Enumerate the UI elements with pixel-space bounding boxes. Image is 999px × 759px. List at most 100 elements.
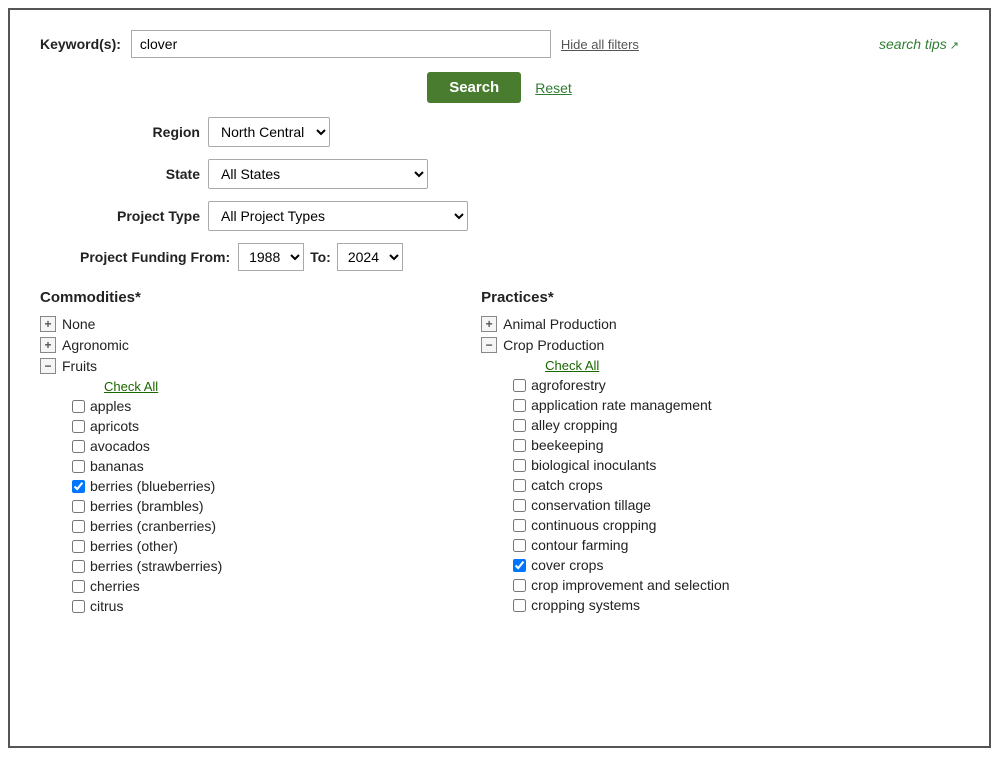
list-item: bananas <box>72 458 461 474</box>
list-item: berries (other) <box>72 538 461 554</box>
application-rate-checkbox[interactable] <box>513 399 526 412</box>
catch-crops-checkbox[interactable] <box>513 479 526 492</box>
list-item: catch crops <box>513 477 959 493</box>
project-type-select[interactable]: All Project Types <box>208 201 468 231</box>
cranberries-checkbox[interactable] <box>72 520 85 533</box>
funding-to-select[interactable]: 2024 <box>337 243 403 271</box>
cherries-label: cherries <box>90 578 140 594</box>
list-item: agroforestry <box>513 377 959 393</box>
cranberries-label: berries (cranberries) <box>90 518 216 534</box>
conservation-tillage-checkbox[interactable] <box>513 499 526 512</box>
apples-checkbox[interactable] <box>72 400 85 413</box>
crop-production-collapse-icon[interactable]: − <box>481 337 497 353</box>
list-item: berries (brambles) <box>72 498 461 514</box>
citrus-label: citrus <box>90 598 123 614</box>
berries-other-checkbox[interactable] <box>72 540 85 553</box>
brambles-checkbox[interactable] <box>72 500 85 513</box>
cover-crops-checkbox[interactable] <box>513 559 526 572</box>
state-filter-row: State All States <box>40 159 959 189</box>
list-item: apples <box>72 398 461 414</box>
state-label: State <box>80 166 200 182</box>
none-label: None <box>62 316 95 332</box>
list-item: biological inoculants <box>513 457 959 473</box>
animal-production-expand-icon[interactable]: + <box>481 316 497 332</box>
apricots-label: apricots <box>90 418 139 434</box>
main-container: Keyword(s): Hide all filters search tips… <box>8 8 991 748</box>
commodities-title: Commodities* <box>40 289 461 306</box>
keyword-input[interactable] <box>131 30 551 58</box>
project-type-filter-row: Project Type All Project Types <box>40 201 959 231</box>
biological-inoculants-checkbox[interactable] <box>513 459 526 472</box>
list-item: alley cropping <box>513 417 959 433</box>
strawberries-label: berries (strawberries) <box>90 558 222 574</box>
buttons-row: Search Reset <box>40 72 959 103</box>
commodities-section: Commodities* + None + Agronomic − Fruits… <box>40 289 481 618</box>
citrus-checkbox[interactable] <box>72 600 85 613</box>
list-item: berries (blueberries) <box>72 478 461 494</box>
crop-sub-items: Check All agroforestry application rate … <box>513 358 959 613</box>
list-item: citrus <box>72 598 461 614</box>
agronomic-expand-icon[interactable]: + <box>40 337 56 353</box>
list-item: crop improvement and selection <box>513 577 959 593</box>
commodity-agronomic-item: + Agronomic <box>40 337 461 353</box>
hide-all-filters-link[interactable]: Hide all filters <box>561 37 639 52</box>
state-select[interactable]: All States <box>208 159 428 189</box>
to-label: To: <box>310 249 331 265</box>
list-item: cover crops <box>513 557 959 573</box>
bananas-checkbox[interactable] <box>72 460 85 473</box>
list-item: contour farming <box>513 537 959 553</box>
two-col-section: Commodities* + None + Agronomic − Fruits… <box>40 289 959 618</box>
region-label: Region <box>80 124 200 140</box>
funding-from-select[interactable]: 1988 <box>238 243 304 271</box>
list-item: apricots <box>72 418 461 434</box>
alley-cropping-label: alley cropping <box>531 417 617 433</box>
fruits-label: Fruits <box>62 358 97 374</box>
list-item: berries (cranberries) <box>72 518 461 534</box>
funding-label: Project Funding From: <box>80 249 230 265</box>
fruits-sub-items: Check All apples apricots avocados banan… <box>72 379 461 614</box>
crop-production-item: − Crop Production <box>481 337 959 353</box>
cropping-systems-label: cropping systems <box>531 597 640 613</box>
list-item: berries (strawberries) <box>72 558 461 574</box>
cover-crops-label: cover crops <box>531 557 603 573</box>
cropping-systems-checkbox[interactable] <box>513 599 526 612</box>
region-filter-row: Region North Central Northeast South Wes… <box>40 117 959 147</box>
practices-section: Practices* + Animal Production − Crop Pr… <box>481 289 959 618</box>
crop-improvement-label: crop improvement and selection <box>531 577 729 593</box>
commodity-fruits-item: − Fruits <box>40 358 461 374</box>
none-expand-icon[interactable]: + <box>40 316 56 332</box>
list-item: cherries <box>72 578 461 594</box>
agronomic-label: Agronomic <box>62 337 129 353</box>
agroforestry-checkbox[interactable] <box>513 379 526 392</box>
beekeeping-label: beekeeping <box>531 437 603 453</box>
region-select[interactable]: North Central Northeast South West <box>208 117 330 147</box>
contour-farming-label: contour farming <box>531 537 628 553</box>
fruits-check-all-link[interactable]: Check All <box>104 379 461 394</box>
alley-cropping-checkbox[interactable] <box>513 419 526 432</box>
blueberries-checkbox[interactable] <box>72 480 85 493</box>
crop-improvement-checkbox[interactable] <box>513 579 526 592</box>
contour-farming-checkbox[interactable] <box>513 539 526 552</box>
cherries-checkbox[interactable] <box>72 580 85 593</box>
apricots-checkbox[interactable] <box>72 420 85 433</box>
crop-production-label: Crop Production <box>503 337 604 353</box>
reset-link[interactable]: Reset <box>535 80 572 96</box>
crop-check-all-link[interactable]: Check All <box>545 358 959 373</box>
project-type-label: Project Type <box>80 208 200 224</box>
search-button[interactable]: Search <box>427 72 521 103</box>
keyword-area: Keyword(s): Hide all filters <box>40 30 879 58</box>
apples-label: apples <box>90 398 131 414</box>
fruits-collapse-icon[interactable]: − <box>40 358 56 374</box>
catch-crops-label: catch crops <box>531 477 603 493</box>
brambles-label: berries (brambles) <box>90 498 204 514</box>
continuous-cropping-label: continuous cropping <box>531 517 656 533</box>
beekeeping-checkbox[interactable] <box>513 439 526 452</box>
search-tips-link[interactable]: search tips <box>879 36 959 52</box>
continuous-cropping-checkbox[interactable] <box>513 519 526 532</box>
keyword-label: Keyword(s): <box>40 36 121 52</box>
header-row: Keyword(s): Hide all filters search tips <box>40 30 959 58</box>
application-rate-label: application rate management <box>531 397 712 413</box>
avocados-checkbox[interactable] <box>72 440 85 453</box>
biological-inoculants-label: biological inoculants <box>531 457 656 473</box>
strawberries-checkbox[interactable] <box>72 560 85 573</box>
